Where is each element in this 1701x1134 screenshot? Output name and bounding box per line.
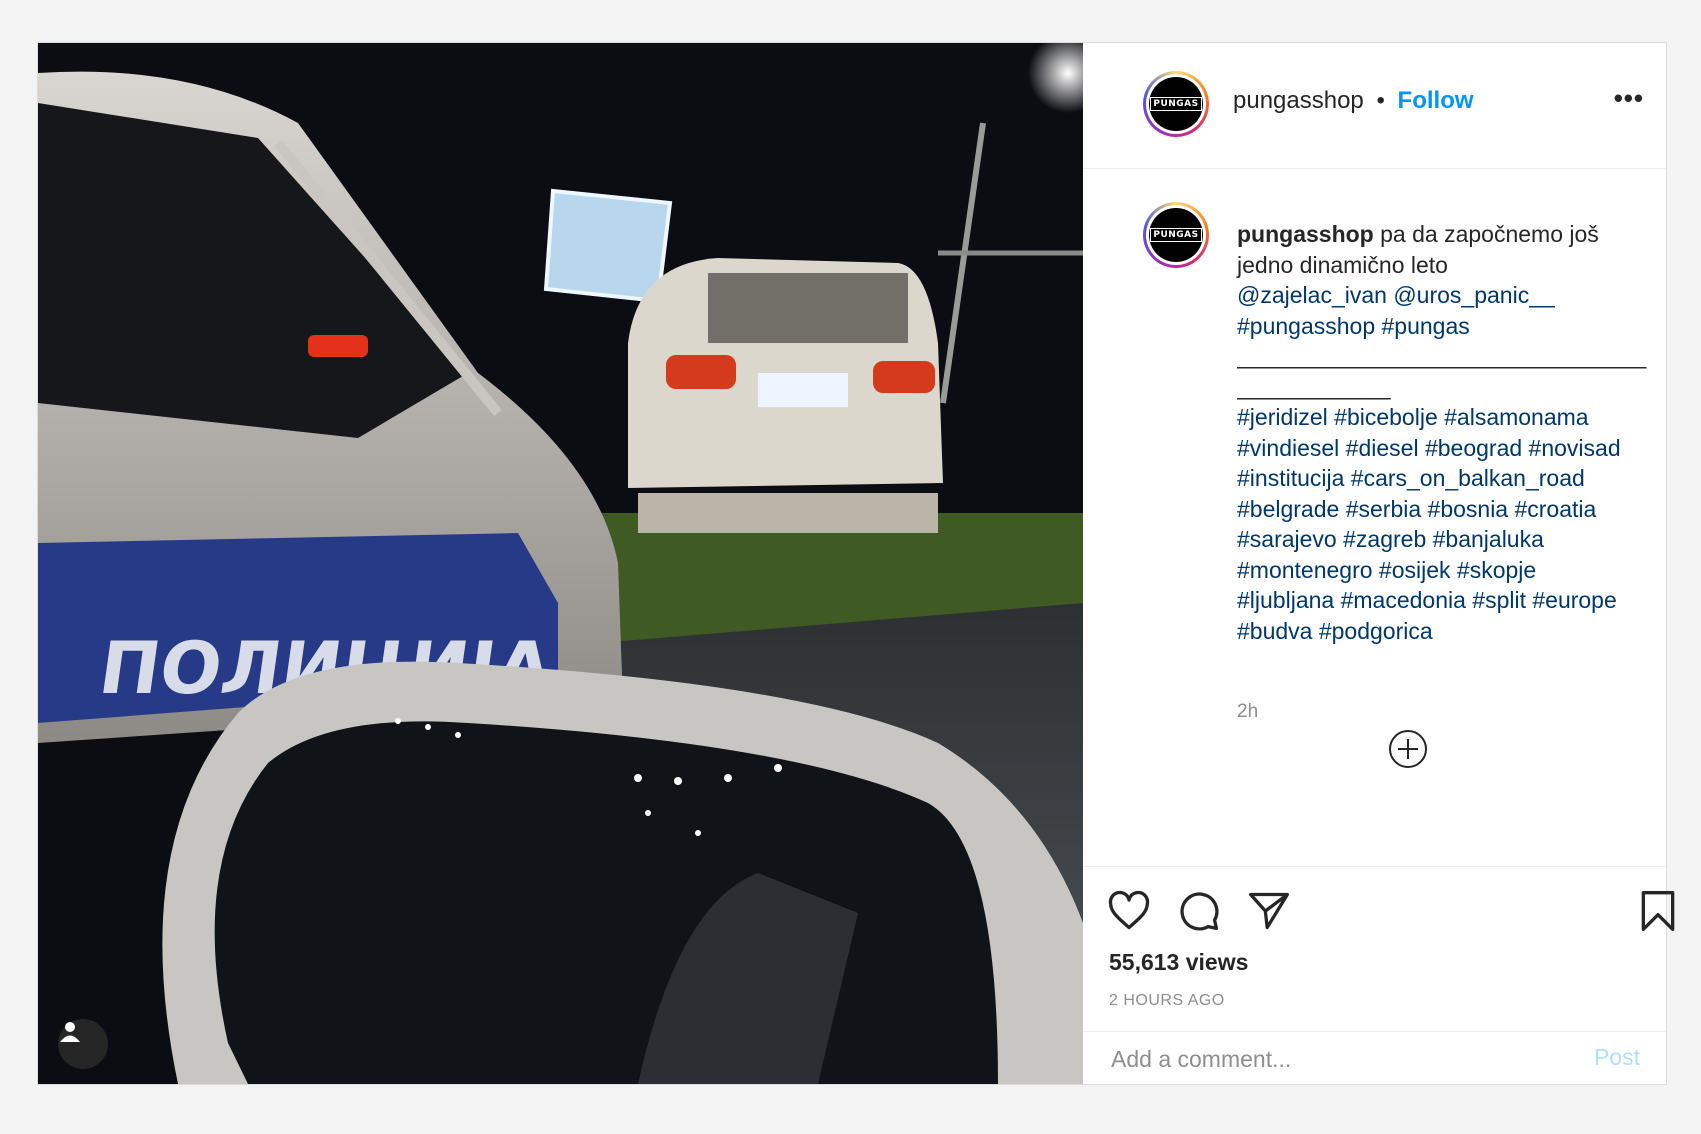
hashtag-link[interactable]: #pungas (1382, 313, 1470, 339)
post-comment-button[interactable]: Post (1594, 1044, 1640, 1071)
caption-divider: ________________________________ (1237, 343, 1647, 369)
pungas-logo: PUNGAS (1150, 97, 1202, 111)
caption-username[interactable]: pungasshop (1237, 221, 1374, 247)
view-count[interactable]: 55,613 views (1109, 949, 1248, 976)
pungas-logo: PUNGAS (1150, 228, 1202, 242)
hashtag-line[interactable]: #montenegro #osijek #skopje (1237, 557, 1536, 583)
comments-area: PUNGAS pungasshop pa da započnemo još je… (1083, 169, 1666, 867)
post-header: PUNGAS pungasshop • Follow ••• (1083, 43, 1666, 169)
post-video[interactable]: ПОЛИЦИЈА (38, 43, 1083, 1084)
video-frame: ПОЛИЦИЈА (38, 43, 1083, 1084)
hashtag-line[interactable]: #vindiesel #diesel #beograd #novisad (1237, 435, 1621, 461)
heart-icon[interactable] (1107, 889, 1151, 933)
caption-divider: ____________ (1237, 373, 1391, 400)
action-bar: 55,613 views 2 HOURS AGO (1083, 866, 1675, 1032)
comment-bar: Post (1083, 1031, 1666, 1085)
plus-circle-icon (1389, 730, 1427, 768)
follow-button[interactable]: Follow (1398, 87, 1474, 114)
hashtag-link[interactable]: #pungasshop (1237, 313, 1375, 339)
user-icon (60, 1022, 80, 1042)
comment-input[interactable] (1109, 1043, 1553, 1075)
caption: pungasshop pa da započnemo još jedno din… (1237, 219, 1657, 646)
bookmark-icon[interactable] (1636, 889, 1680, 933)
username-link[interactable]: pungasshop (1233, 87, 1364, 114)
comment-icon[interactable] (1177, 889, 1221, 933)
hashtag-line[interactable]: #budva #podgorica (1237, 618, 1433, 644)
header-user-row: pungasshop • Follow (1233, 87, 1474, 115)
post-side-panel: PUNGAS pungasshop • Follow ••• PUNGAS pu… (1083, 43, 1675, 1085)
hashtag-line[interactable]: #sarajevo #zagreb #banjaluka (1237, 526, 1544, 552)
hashtag-line[interactable]: #jeridizel #bicebolje #alsamonama (1237, 404, 1589, 430)
post-timestamp[interactable]: 2 HOURS AGO (1109, 992, 1225, 1010)
mention-link[interactable]: @uros_panic__ (1393, 282, 1554, 308)
separator-dot: • (1376, 87, 1385, 114)
caption-avatar[interactable]: PUNGAS (1143, 202, 1209, 268)
hashtag-line[interactable]: #ljubljana #macedonia #split #europe (1237, 587, 1617, 613)
instagram-post: ПОЛИЦИЈА PUNGAS pungasshop • Follow ••• … (37, 42, 1675, 1085)
caption-timestamp[interactable]: 2h (1237, 701, 1258, 723)
more-options-icon[interactable]: ••• (1614, 85, 1644, 111)
load-more-comments-button[interactable] (1388, 729, 1428, 769)
tagged-users-button[interactable] (58, 1019, 108, 1069)
hashtag-line[interactable]: #belgrade #serbia #bosnia #croatia (1237, 496, 1596, 522)
caption-text: jedno dinamično leto (1237, 251, 1448, 278)
mention-link[interactable]: @zajelac_ivan (1237, 282, 1387, 308)
hashtag-line[interactable]: #institucija #cars_on_balkan_road (1237, 465, 1585, 491)
avatar[interactable]: PUNGAS (1143, 71, 1209, 137)
caption-text: pa da započnemo još (1380, 221, 1599, 247)
share-icon[interactable] (1247, 889, 1291, 933)
